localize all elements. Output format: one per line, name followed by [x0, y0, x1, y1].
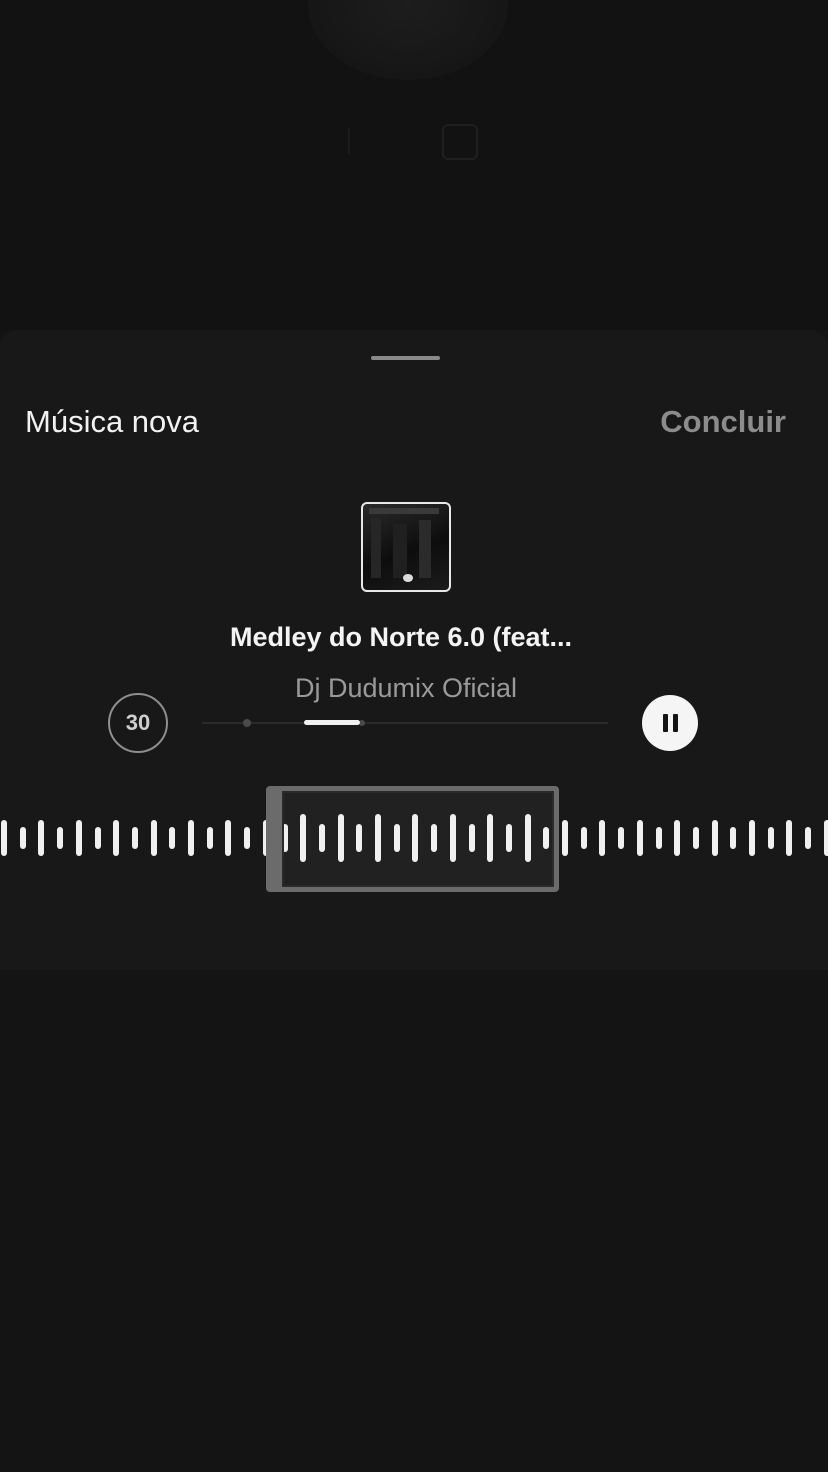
done-button[interactable]: Concluir — [660, 404, 786, 440]
waveform-bar — [244, 827, 251, 849]
waveform-bar — [823, 820, 828, 856]
waveform-bar — [711, 820, 718, 856]
album-art-detail — [419, 520, 431, 578]
song-title: Medley do Norte 6.0 (feat... — [229, 622, 573, 652]
waveform-bar — [38, 820, 45, 856]
song-progress-track — [202, 722, 608, 724]
selected-segment-indicator — [303, 720, 361, 725]
background-image — [308, 0, 508, 80]
waveform-bar — [674, 820, 681, 856]
waveform-bar — [150, 820, 157, 856]
waveform-bar — [113, 820, 120, 856]
waveform-bar — [57, 827, 64, 849]
album-art-logo — [403, 574, 413, 582]
clip-selection-handle[interactable] — [266, 786, 559, 892]
waveform-bar — [169, 827, 176, 849]
clip-duration-button[interactable]: 30 — [108, 693, 168, 753]
waveform-bar — [599, 820, 606, 856]
waveform-bar — [618, 827, 625, 849]
background-content — [0, 0, 828, 330]
sheet-grabber[interactable] — [371, 356, 440, 360]
waveform-bar — [188, 820, 194, 856]
sheet-lower-area — [0, 970, 828, 1472]
waveform-bar — [655, 827, 662, 849]
waveform-bar — [131, 827, 138, 849]
waveform-bar — [94, 827, 101, 849]
waveform-bar — [786, 820, 793, 856]
waveform-bar — [206, 827, 213, 849]
album-art-detail — [393, 524, 407, 578]
waveform-bar — [580, 827, 587, 849]
waveform-bar — [692, 827, 699, 849]
waveform-bar — [1, 820, 7, 856]
waveform-bar — [19, 827, 26, 849]
waveform-bar — [805, 827, 812, 849]
pause-icon — [672, 714, 678, 732]
waveform-bar — [75, 820, 82, 856]
background-icon — [348, 128, 372, 154]
pause-icon — [662, 714, 668, 732]
album-art-image — [361, 502, 451, 592]
waveform-bar — [636, 820, 643, 856]
waveform-bar — [767, 827, 774, 849]
album-art-detail — [371, 518, 381, 578]
music-picker-screen: Música nova Concluir Medley do Norte 6.0… — [0, 0, 828, 1472]
waveform-bar — [730, 827, 737, 849]
progress-marker — [243, 719, 251, 727]
waveform-bar — [225, 820, 232, 856]
waveform-bar — [562, 820, 568, 856]
pause-button[interactable] — [642, 695, 698, 751]
background-icon — [442, 124, 478, 160]
sheet-title: Música nova — [25, 404, 200, 439]
album-art-detail — [369, 508, 439, 514]
waveform-bar — [749, 820, 755, 856]
